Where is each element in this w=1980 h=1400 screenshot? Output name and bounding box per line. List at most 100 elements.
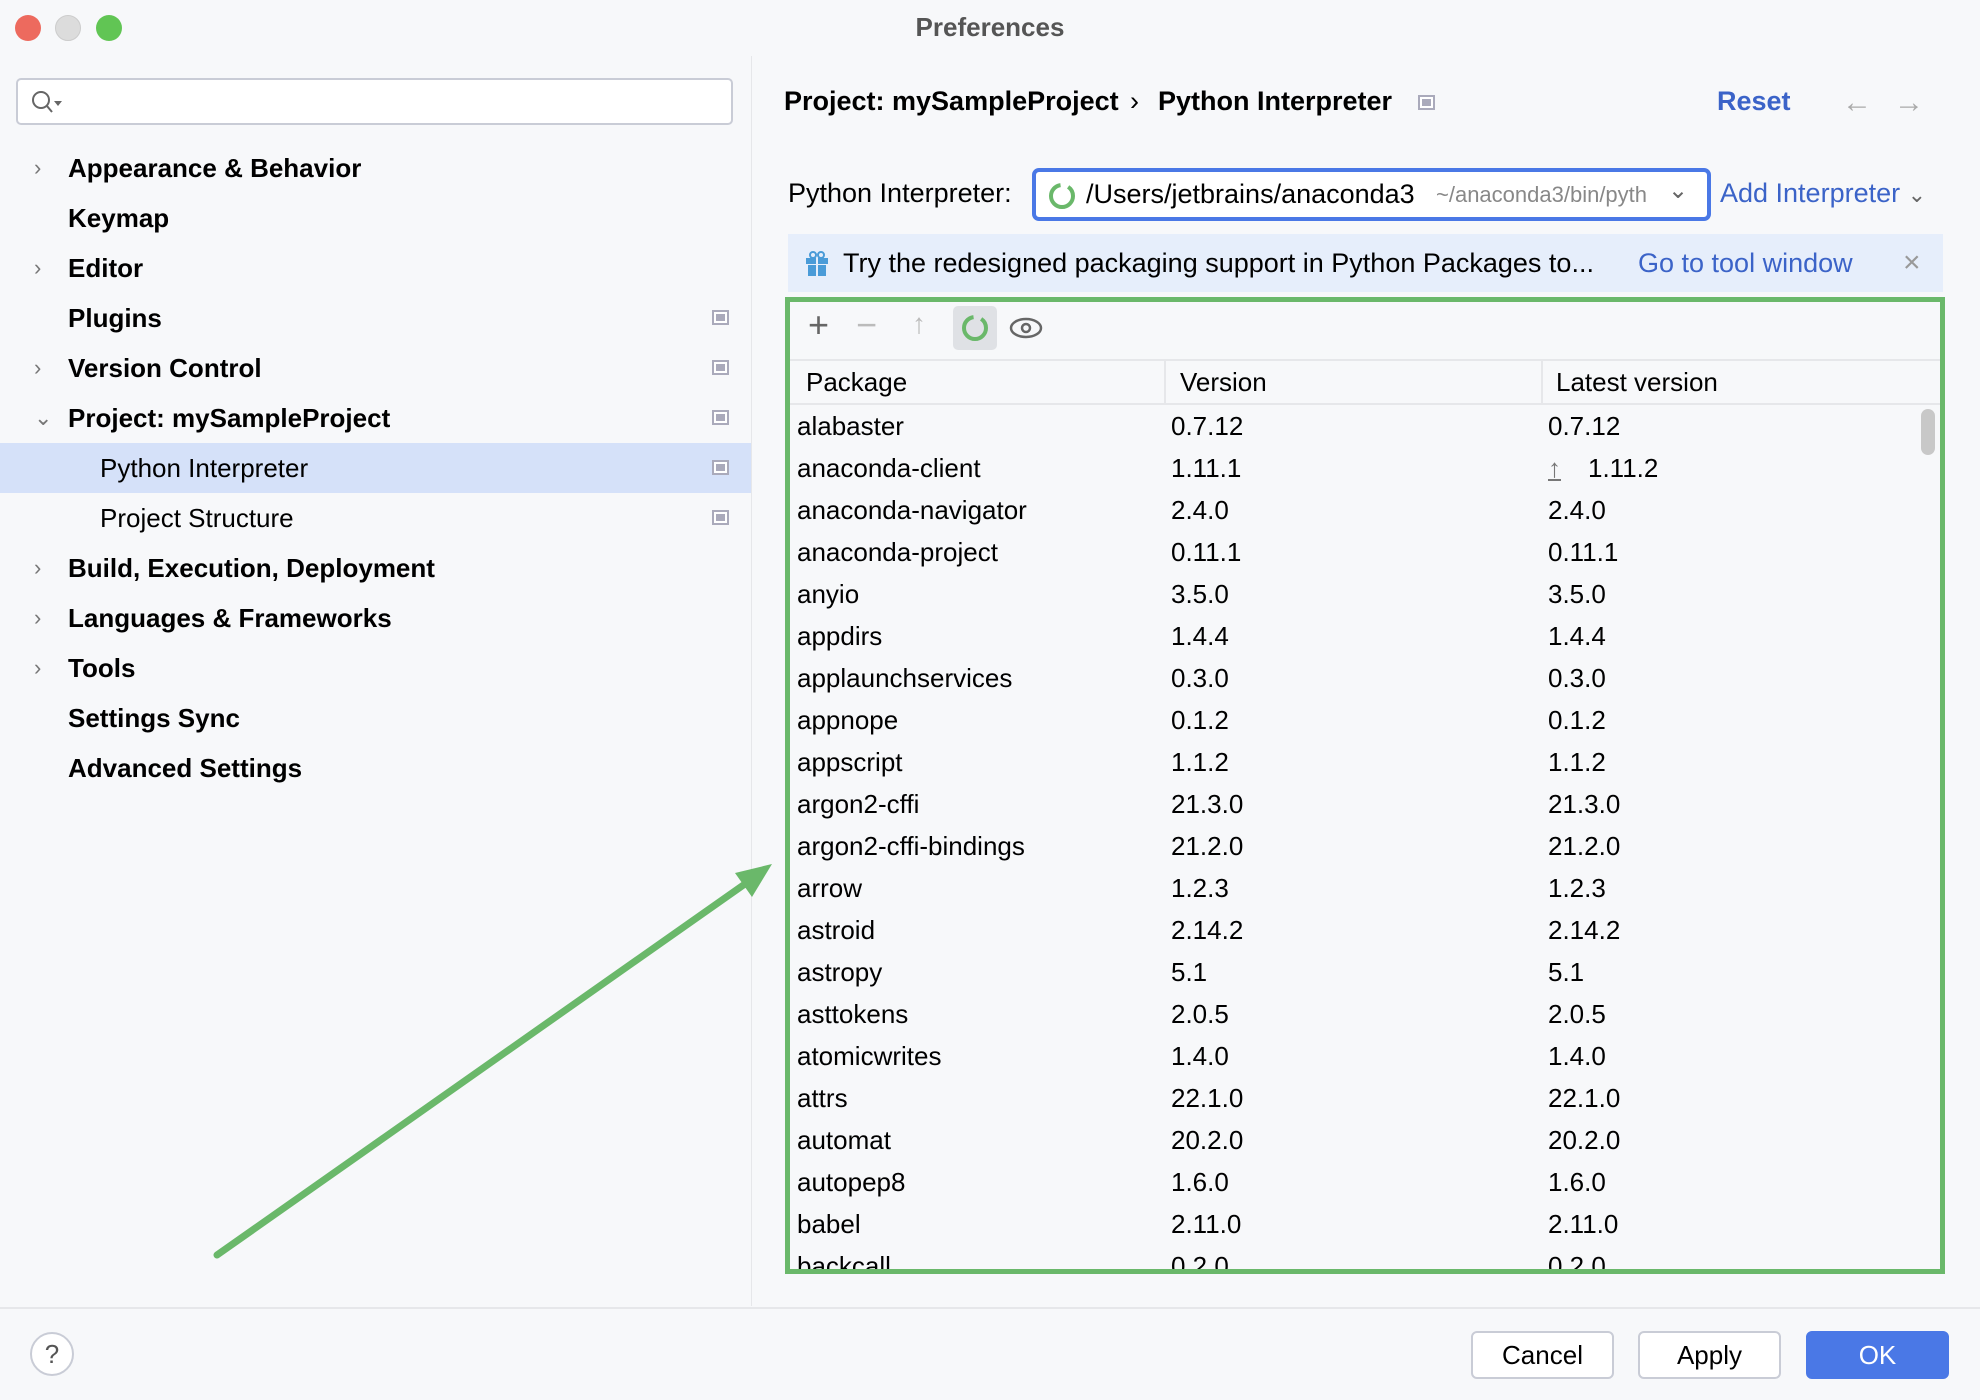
table-row[interactable]: appdirs 1.4.4 1.4.4 — [790, 615, 1910, 657]
sidebar-item[interactable]: › Version Control — [0, 343, 751, 393]
column-header-latest-version[interactable]: Latest version — [1556, 361, 1718, 403]
table-row[interactable]: argon2-cffi-bindings 21.2.0 21.2.0 — [790, 825, 1910, 867]
table-row[interactable]: anaconda-project 0.11.1 0.11.1 — [790, 531, 1910, 573]
latest-version: 0.2.0 — [1548, 1251, 1606, 1274]
close-window-button[interactable] — [15, 15, 41, 41]
column-separator[interactable] — [1164, 361, 1166, 403]
sidebar-item[interactable]: › Build, Execution, Deployment — [0, 543, 751, 593]
chevron-right-icon[interactable]: › — [34, 593, 41, 643]
table-row[interactable]: arrow 1.2.3 1.2.3 — [790, 867, 1910, 909]
forward-arrow-icon[interactable]: → — [1894, 86, 1924, 120]
table-row[interactable]: argon2-cffi 21.3.0 21.3.0 — [790, 783, 1910, 825]
table-row[interactable]: asttokens 2.0.5 2.0.5 — [790, 993, 1910, 1035]
project-scope-icon — [1418, 95, 1435, 110]
table-row[interactable]: automat 20.2.0 20.2.0 — [790, 1119, 1910, 1161]
project-scope-icon — [712, 510, 729, 525]
table-row[interactable]: applaunchservices 0.3.0 0.3.0 — [790, 657, 1910, 699]
installed-version: 20.2.0 — [1171, 1125, 1244, 1155]
sidebar-item[interactable]: › Tools — [0, 643, 751, 693]
sidebar-item-label: Appearance & Behavior — [68, 153, 362, 183]
latest-version: 0.7.12 — [1548, 411, 1621, 441]
sidebar-item[interactable]: Settings Sync — [0, 693, 751, 743]
table-row[interactable]: alabaster 0.7.12 0.7.12 — [790, 405, 1910, 447]
package-name: anaconda-project — [797, 537, 998, 567]
table-header: Package Version Latest version — [790, 359, 1940, 405]
interpreter-label: Python Interpreter: — [788, 178, 1012, 208]
chevron-down-icon[interactable]: ⌄ — [34, 393, 52, 443]
minimize-window-button[interactable] — [55, 15, 81, 41]
project-scope-icon — [712, 310, 729, 325]
table-row[interactable]: attrs 22.1.0 22.1.0 — [790, 1077, 1910, 1119]
table-row[interactable]: atomicwrites 1.4.0 1.4.0 — [790, 1035, 1910, 1077]
package-name: astropy — [797, 957, 883, 987]
sidebar-item[interactable]: Keymap — [0, 193, 751, 243]
upgrade-package-icon[interactable]: ↑ — [912, 308, 926, 340]
add-interpreter-button[interactable]: Add Interpreter ⌄ — [1720, 178, 1926, 209]
package-name: astroid — [797, 915, 876, 945]
interpreter-select[interactable]: /Users/jetbrains/anaconda3 ~/anaconda3/b… — [1032, 168, 1711, 221]
sidebar-item[interactable]: Advanced Settings — [0, 743, 751, 793]
sidebar-item[interactable]: › Appearance & Behavior — [0, 143, 751, 193]
chevron-down-icon: ⌄ — [1907, 182, 1927, 207]
table-row[interactable]: astroid 2.14.2 2.14.2 — [790, 909, 1910, 951]
table-row[interactable]: autopep8 1.6.0 1.6.0 — [790, 1161, 1910, 1203]
column-header-package[interactable]: Package — [806, 361, 907, 403]
upgrade-available-icon: ↑ — [1548, 453, 1561, 483]
table-row[interactable]: appscript 1.1.2 1.1.2 — [790, 741, 1910, 783]
close-icon[interactable]: × — [1903, 234, 1921, 292]
latest-version: 2.14.2 — [1548, 915, 1621, 945]
sidebar-item-label: Keymap — [68, 203, 170, 233]
settings-search-input[interactable] — [16, 78, 733, 125]
sidebar-item-label: Project Structure — [100, 503, 294, 533]
zoom-window-button[interactable] — [96, 15, 122, 41]
chevron-right-icon[interactable]: › — [34, 243, 41, 293]
conda-toggle-button[interactable] — [953, 306, 997, 350]
go-to-tool-window-link[interactable]: Go to tool window — [1638, 234, 1853, 292]
remove-package-icon[interactable]: − — [856, 304, 877, 346]
table-row[interactable]: anyio 3.5.0 3.5.0 — [790, 573, 1910, 615]
table-row[interactable]: astropy 5.1 5.1 — [790, 951, 1910, 993]
table-row[interactable]: anaconda-navigator 2.4.0 2.4.0 — [790, 489, 1910, 531]
package-name: autopep8 — [797, 1167, 906, 1197]
sidebar-item[interactable]: › Languages & Frameworks — [0, 593, 751, 643]
latest-version: 3.5.0 — [1548, 579, 1606, 609]
sidebar-item[interactable]: › Editor — [0, 243, 751, 293]
sidebar-item-label: Editor — [68, 253, 144, 283]
installed-version: 0.11.1 — [1171, 537, 1242, 567]
table-row[interactable]: appnope 0.1.2 0.1.2 — [790, 699, 1910, 741]
sidebar-item[interactable]: ⌄ Project: mySampleProject — [0, 393, 751, 443]
table-row[interactable]: anaconda-client 1.11.1 ↑ 1.11.2 — [790, 447, 1910, 489]
back-arrow-icon[interactable]: ← — [1842, 86, 1872, 120]
add-package-icon[interactable]: + — [808, 304, 829, 346]
chevron-right-icon[interactable]: › — [34, 143, 41, 193]
table-row[interactable]: backcall 0.2.0 0.2.0 — [790, 1245, 1910, 1274]
column-separator[interactable] — [1541, 361, 1543, 403]
breadcrumb-parent[interactable]: Project: mySampleProject — [784, 86, 1119, 117]
help-button[interactable]: ? — [30, 1332, 74, 1376]
chevron-right-icon[interactable]: › — [34, 343, 41, 393]
divider — [751, 56, 752, 1306]
sidebar-item[interactable]: Python Interpreter — [0, 443, 751, 493]
latest-version: 1.4.4 — [1548, 621, 1606, 651]
latest-version: 2.0.5 — [1548, 999, 1606, 1029]
reset-button[interactable]: Reset — [1717, 86, 1791, 117]
project-scope-icon — [712, 360, 729, 375]
column-header-version[interactable]: Version — [1180, 361, 1267, 403]
eye-icon[interactable] — [1008, 314, 1044, 342]
chevron-right-icon[interactable]: › — [34, 543, 41, 593]
latest-version: 22.1.0 — [1548, 1083, 1621, 1113]
installed-version: 0.3.0 — [1171, 663, 1229, 693]
sidebar-item[interactable]: Project Structure — [0, 493, 751, 543]
sidebar-item[interactable]: Plugins — [0, 293, 751, 343]
installed-version: 2.14.2 — [1171, 915, 1244, 945]
scrollbar-thumb[interactable] — [1921, 409, 1935, 455]
apply-button[interactable]: Apply — [1638, 1331, 1781, 1379]
latest-version: 21.3.0 — [1548, 789, 1621, 819]
add-interpreter-label: Add Interpreter — [1720, 178, 1901, 208]
table-row[interactable]: babel 2.11.0 2.11.0 — [790, 1203, 1910, 1245]
sidebar-item-label: Tools — [68, 653, 136, 683]
ok-button[interactable]: OK — [1806, 1331, 1949, 1379]
cancel-button[interactable]: Cancel — [1471, 1331, 1614, 1379]
gift-icon — [806, 251, 828, 276]
chevron-right-icon[interactable]: › — [34, 643, 41, 693]
